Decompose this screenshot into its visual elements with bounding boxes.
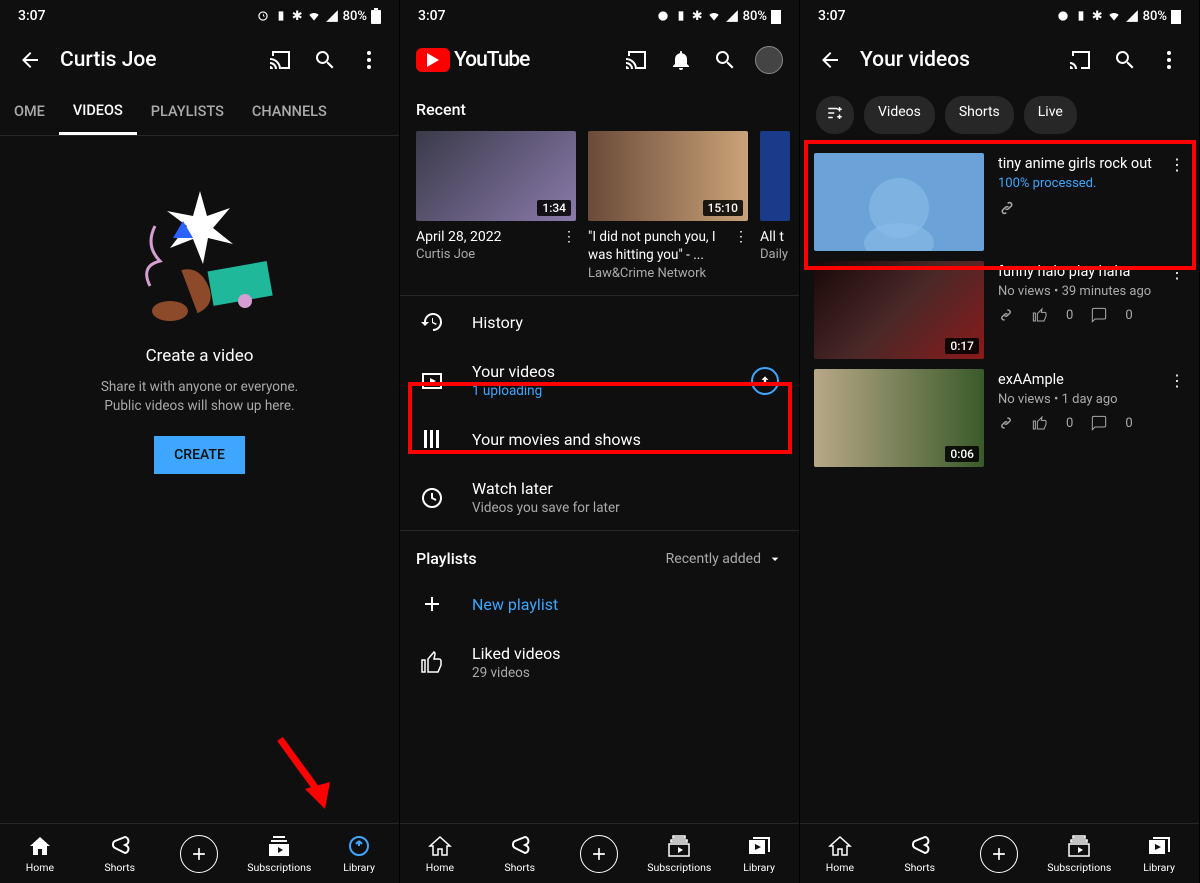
- notifications-icon[interactable]: [667, 46, 695, 74]
- empty-state: Create a video Share it with anyone or e…: [0, 136, 399, 474]
- annotation-highlight: [408, 382, 792, 454]
- page-title: Your videos: [860, 48, 1051, 72]
- nav-library[interactable]: Library: [319, 824, 399, 883]
- nav-subscriptions[interactable]: Subscriptions: [239, 824, 319, 883]
- nav-home[interactable]: Home: [0, 824, 80, 883]
- tab-home[interactable]: OME: [0, 88, 59, 135]
- recent-item[interactable]: 1:34 April 28, 2022⋮ Curtis Joe: [416, 131, 576, 281]
- nav-subscriptions[interactable]: Subscriptions: [1039, 824, 1119, 883]
- annotation-highlight: [804, 140, 1196, 270]
- video-item[interactable]: 0:17 funny halo play haha⋮ No views • 39…: [800, 256, 1199, 364]
- recent-item[interactable]: All t Daily: [760, 131, 790, 281]
- more-icon[interactable]: ⋮: [1169, 371, 1185, 392]
- chip-videos[interactable]: Videos: [864, 96, 935, 134]
- filter-chips: Videos Shorts Live: [800, 88, 1199, 142]
- recent-list: 1:34 April 28, 2022⋮ Curtis Joe 15:10 "I…: [400, 131, 799, 281]
- empty-subtitle: Share it with anyone or everyone.Public …: [101, 378, 298, 416]
- back-button[interactable]: [816, 46, 844, 74]
- video-item[interactable]: 0:06 exAAmple⋮ No views • 1 day ago 0 0: [800, 364, 1199, 472]
- annotation-arrow: [275, 734, 335, 818]
- cast-icon[interactable]: [1067, 46, 1095, 74]
- nav-create[interactable]: [560, 824, 640, 883]
- more-icon[interactable]: [355, 46, 383, 74]
- filter-icon[interactable]: [816, 96, 854, 134]
- status-bar: 3:07 ✱ 80%: [0, 0, 399, 32]
- channel-name: Curtis Joe: [60, 48, 251, 72]
- more-icon[interactable]: [1155, 46, 1183, 74]
- cast-icon[interactable]: [623, 46, 651, 74]
- nav-create[interactable]: [160, 824, 240, 883]
- bottom-nav: Home Shorts Subscriptions Library: [400, 823, 799, 883]
- nav-create[interactable]: [960, 824, 1040, 883]
- nav-subscriptions[interactable]: Subscriptions: [639, 824, 719, 883]
- tab-videos[interactable]: VIDEOS: [59, 88, 137, 135]
- bottom-nav: Home Shorts Subscriptions Library: [0, 823, 399, 883]
- more-icon[interactable]: ⋮: [562, 229, 576, 245]
- youtube-logo[interactable]: YouTube: [416, 48, 529, 72]
- tab-playlists[interactable]: PLAYLISTS: [137, 88, 238, 135]
- bottom-nav: Home Shorts Subscriptions Library: [800, 823, 1199, 883]
- illustration: [115, 166, 285, 336]
- new-playlist[interactable]: New playlist: [400, 578, 799, 630]
- playlists-title: Playlists: [416, 549, 477, 568]
- empty-title: Create a video: [146, 346, 254, 366]
- more-icon[interactable]: ⋮: [734, 229, 748, 245]
- battery-pct: 80%: [343, 9, 367, 24]
- nav-shorts[interactable]: Shorts: [480, 824, 560, 883]
- library-header: YouTube: [400, 32, 799, 88]
- liked-videos[interactable]: Liked videos29 videos: [400, 630, 799, 695]
- channel-header: Curtis Joe: [0, 32, 399, 88]
- recent-item[interactable]: 15:10 "I did not punch you, I was hittin…: [588, 131, 748, 281]
- search-icon[interactable]: [311, 46, 339, 74]
- battery-icon: [371, 8, 381, 24]
- search-icon[interactable]: [711, 46, 739, 74]
- channel-tabs: OME VIDEOS PLAYLISTS CHANNELS: [0, 88, 399, 136]
- nav-home[interactable]: Home: [400, 824, 480, 883]
- chip-live[interactable]: Live: [1024, 96, 1077, 134]
- menu-history[interactable]: History: [400, 296, 799, 348]
- cast-icon[interactable]: [267, 46, 295, 74]
- alarm-icon: [256, 9, 270, 23]
- vibrate-icon: [274, 9, 288, 23]
- playlists-sort[interactable]: Recently added: [666, 551, 783, 567]
- your-videos-header: Your videos: [800, 32, 1199, 88]
- recent-title: Recent: [400, 88, 799, 131]
- bluetooth-icon: ✱: [292, 9, 303, 24]
- nav-shorts[interactable]: Shorts: [80, 824, 160, 883]
- status-icons: ✱ 80%: [256, 8, 381, 24]
- create-button[interactable]: CREATE: [154, 436, 245, 474]
- status-time: 3:07: [18, 8, 46, 24]
- menu-watch-later[interactable]: Watch laterVideos you save for later: [400, 465, 799, 530]
- nav-home[interactable]: Home: [800, 824, 880, 883]
- status-bar: 3:07 ✱80%: [400, 0, 799, 32]
- back-button[interactable]: [16, 46, 44, 74]
- tab-channels[interactable]: CHANNELS: [238, 88, 341, 135]
- nav-shorts[interactable]: Shorts: [880, 824, 960, 883]
- wifi-icon: [307, 9, 321, 23]
- nav-library[interactable]: Library: [719, 824, 799, 883]
- nav-library[interactable]: Library: [1119, 824, 1199, 883]
- status-bar: 3:07 ✱80%: [800, 0, 1199, 32]
- chip-shorts[interactable]: Shorts: [945, 96, 1014, 134]
- search-icon[interactable]: [1111, 46, 1139, 74]
- signal-icon: [325, 9, 339, 23]
- avatar[interactable]: [755, 46, 783, 74]
